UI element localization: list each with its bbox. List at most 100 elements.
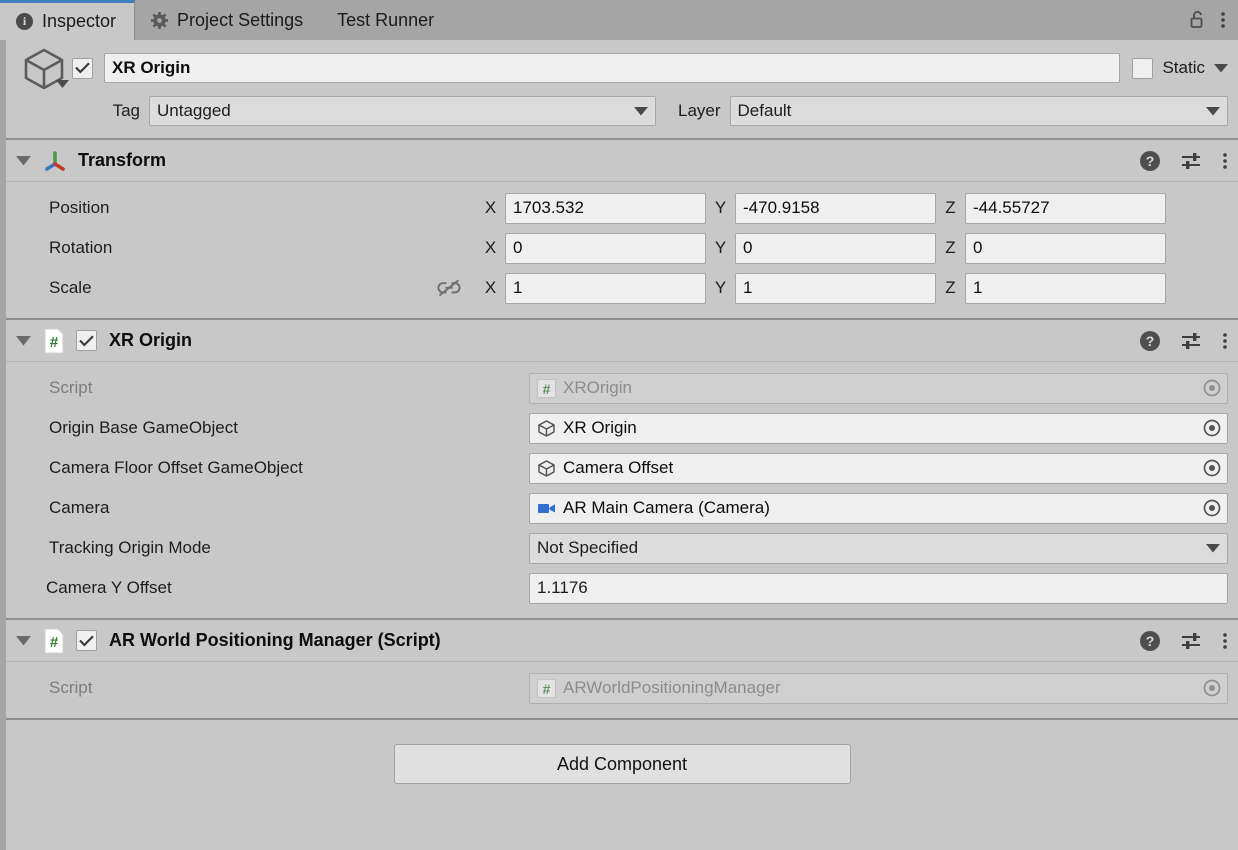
axis-label-x: X — [484, 238, 497, 257]
preset-sliders-icon[interactable] — [1180, 631, 1202, 651]
add-component-area: Add Component — [0, 720, 1238, 830]
origin-base-gameobject-field[interactable]: XR Origin — [529, 412, 1228, 444]
foldout-triangle-icon[interactable] — [16, 635, 31, 646]
ar-world-positioning-manager-title: AR World Positioning Manager (Script) — [109, 630, 441, 650]
camera-icon — [537, 501, 556, 515]
tab-project-settings-label: Project Settings — [177, 9, 304, 30]
xr-origin-title: XR Origin — [109, 330, 193, 350]
position-x-input[interactable]: 1703.532 — [505, 192, 706, 224]
ar-world-positioning-manager-body: Script # ARWorldPositioningManager — [6, 662, 1238, 718]
ar-world-positioning-manager-enabled-checkbox[interactable] — [76, 630, 97, 651]
chevron-down-icon — [1206, 543, 1220, 553]
constrain-proportions-toggle[interactable] — [422, 279, 476, 297]
preset-sliders-icon[interactable] — [1180, 151, 1202, 171]
camera-y-offset-label: Camera Y Offset — [46, 578, 172, 597]
script-object-field: # XROrigin — [529, 372, 1228, 404]
camera-floor-offset-gameobject-value: Camera Offset — [563, 458, 674, 477]
help-question-icon[interactable]: ? — [1140, 630, 1160, 651]
kebab-menu-icon[interactable] — [1222, 331, 1228, 351]
gameobject-icon-dropdown-caret[interactable] — [56, 80, 69, 89]
gameobject-name-value: XR Origin — [112, 58, 191, 77]
preset-sliders-icon[interactable] — [1180, 331, 1202, 351]
csharp-script-icon: # — [42, 628, 66, 654]
scale-y-value: 1 — [743, 278, 753, 297]
rotation-y-input[interactable]: 0 — [735, 232, 936, 264]
transform-body: Position X 1703.532 Y -470.9158 Z -44.55… — [6, 182, 1238, 318]
kebab-menu-icon[interactable] — [1222, 631, 1228, 651]
static-checkbox[interactable] — [1132, 57, 1154, 79]
script-value: ARWorldPositioningManager — [563, 678, 781, 697]
camera-floor-offset-gameobject-field[interactable]: Camera Offset — [529, 452, 1228, 484]
axis-label-z: Z — [945, 238, 956, 257]
camera-field[interactable]: AR Main Camera (Camera) — [529, 492, 1228, 524]
origin-base-gameobject-label: Origin Base GameObject — [49, 418, 238, 437]
help-question-icon[interactable]: ? — [1140, 150, 1160, 171]
position-z-input[interactable]: -44.55727 — [965, 192, 1166, 224]
object-picker-icon[interactable] — [1201, 677, 1223, 699]
tab-project-settings[interactable]: Project Settings — [135, 0, 321, 40]
axis-label-y: Y — [714, 198, 727, 217]
component-ar-world-positioning-manager: # AR World Positioning Manager (Script) … — [0, 620, 1238, 718]
xr-origin-header[interactable]: # XR Origin ? — [6, 320, 1238, 362]
tag-layer-row: Tag Untagged Layer Default — [16, 94, 1228, 128]
tracking-origin-mode-label: Tracking Origin Mode — [49, 538, 211, 557]
axis-label-y: Y — [714, 278, 727, 297]
rotation-label: Rotation — [49, 238, 113, 257]
xr-origin-enabled-checkbox[interactable] — [76, 330, 97, 351]
rotation-x-input[interactable]: 0 — [505, 232, 706, 264]
tab-inspector[interactable]: i Inspector — [0, 0, 136, 40]
scale-y-input[interactable]: 1 — [735, 272, 936, 304]
foldout-triangle-icon[interactable] — [16, 155, 31, 166]
axis-label-x: X — [484, 198, 497, 217]
static-group: Static — [1132, 57, 1228, 79]
transform-title: Transform — [78, 150, 167, 170]
scale-z-value: 1 — [973, 278, 983, 297]
foldout-triangle-icon[interactable] — [16, 335, 31, 346]
transform-header[interactable]: Transform ? — [6, 140, 1238, 182]
add-component-button[interactable]: Add Component — [393, 744, 851, 784]
kebab-menu-icon[interactable] — [1222, 151, 1228, 171]
component-transform: Transform ? Position X 1703.532 Y -470.9… — [0, 140, 1238, 318]
rotation-y-value: 0 — [743, 238, 753, 257]
camera-y-offset-input[interactable]: 1.1176 — [529, 572, 1228, 604]
transform-row-position: Position X 1703.532 Y -470.9158 Z -44.55… — [16, 188, 1228, 228]
object-picker-icon[interactable] — [1201, 377, 1223, 399]
help-question-icon[interactable]: ? — [1140, 330, 1160, 351]
layer-dropdown[interactable]: Default — [729, 96, 1228, 126]
rotation-z-input[interactable]: 0 — [965, 232, 1166, 264]
tracking-origin-mode-dropdown[interactable]: Not Specified — [529, 532, 1228, 564]
tab-bar: i Inspector Project Settings Test Runner — [0, 0, 1238, 40]
ar-world-positioning-manager-header[interactable]: # AR World Positioning Manager (Script) … — [6, 620, 1238, 662]
field-row-script: Script # XROrigin — [16, 368, 1228, 408]
scale-z-input[interactable]: 1 — [965, 272, 1166, 304]
kebab-menu-icon[interactable] — [1220, 10, 1226, 30]
gameobject-active-checkbox[interactable] — [72, 57, 93, 79]
tab-test-runner[interactable]: Test Runner — [321, 0, 452, 40]
csharp-script-icon: # — [42, 328, 66, 354]
position-y-input[interactable]: -470.9158 — [735, 192, 936, 224]
object-picker-icon[interactable] — [1201, 457, 1223, 479]
object-picker-icon[interactable] — [1201, 417, 1223, 439]
transform-row-scale: Scale X 1 Y 1 Z 1 — [16, 268, 1228, 308]
field-row-camera: Camera AR Main Camera (Camera) — [16, 488, 1228, 528]
gameobject-header: XR Origin Static Tag Untagged Layer Defa… — [6, 40, 1238, 138]
origin-base-gameobject-value: XR Origin — [563, 418, 637, 437]
padlock-open-icon[interactable] — [1188, 10, 1206, 30]
tracking-origin-mode-value: Not Specified — [537, 538, 639, 557]
layer-label: Layer — [678, 101, 721, 120]
field-row-camera-floor-offset-gameobject: Camera Floor Offset GameObject Camera Of… — [16, 448, 1228, 488]
tag-dropdown[interactable]: Untagged — [149, 96, 656, 126]
field-row-tracking-origin-mode: Tracking Origin Mode Not Specified — [16, 528, 1228, 568]
static-dropdown-caret[interactable] — [1214, 63, 1228, 73]
transform-row-rotation: Rotation X 0 Y 0 Z 0 — [16, 228, 1228, 268]
object-picker-icon[interactable] — [1201, 497, 1223, 519]
gameobject-name-input[interactable]: XR Origin — [104, 53, 1121, 83]
field-row-origin-base-gameobject: Origin Base GameObject XR Origin — [16, 408, 1228, 448]
csharp-script-icon: # — [537, 678, 556, 698]
script-label: Script — [49, 678, 93, 697]
svg-text:#: # — [50, 334, 59, 351]
scale-x-input[interactable]: 1 — [505, 272, 706, 304]
position-y-value: -470.9158 — [743, 198, 820, 217]
cube-outline-icon — [537, 459, 556, 478]
gameobject-icon-wrap[interactable] — [16, 44, 72, 92]
